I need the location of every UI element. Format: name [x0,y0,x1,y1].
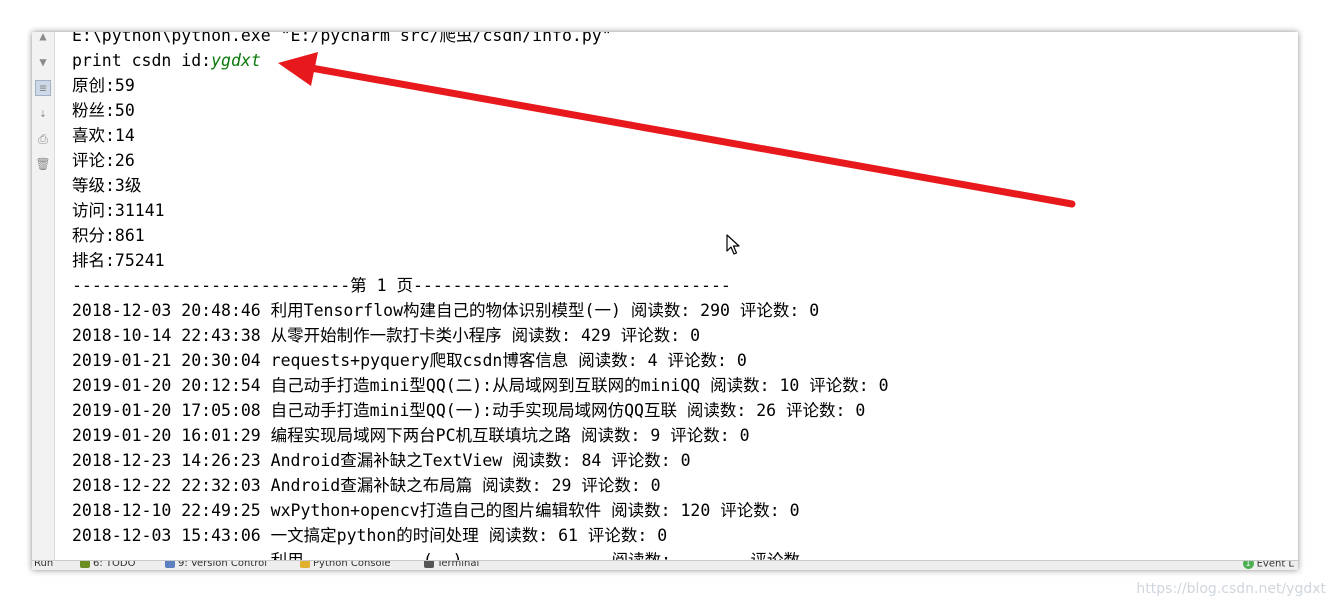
stat-points: 积分:861 [72,226,145,245]
mouse-pointer-icon [726,234,740,255]
stat-rank: 排名:75241 [72,251,165,270]
tab-run[interactable]: Run [34,560,54,569]
csdn-id-prefix: print csdn id: [72,51,212,70]
stat-level: 等级:3级 [72,176,142,195]
event-log-label: Event L [1256,560,1294,570]
tab-version-control[interactable]: 9: Version Control [165,560,268,569]
todo-icon [80,561,90,568]
todo-tab-label: 6: TODO [93,560,136,569]
page-separator: ----------------------------第 1 页-------… [72,276,731,295]
article-row: 2019-01-20 16:01:29 编程实现局域网下两台PC机互联填坑之路 … [72,426,750,445]
article-row: 2019-01-20 17:05:08 自己动手打造mini型QQ(一):动手实… [72,401,866,420]
up-arrow-icon[interactable]: ▲ [35,32,51,44]
stat-comments: 评论:26 [72,151,135,170]
version-control-icon [165,561,175,568]
down-arrow-icon[interactable]: ▼ [35,54,51,70]
watermark: https://blog.csdn.net/ygdxt [1136,581,1326,597]
article-row: 2018-12-22 22:32:03 Android查漏补缺之布局篇 阅读数:… [72,476,661,495]
console-output[interactable]: E:\python\python.exe "E:/pycharm src/爬虫/… [72,32,1298,570]
article-row: 2019-01-20 20:12:54 自己动手打造mini型QQ(二):从局域… [72,376,889,395]
console-line-command: E:\python\python.exe "E:/pycharm src/爬虫/… [72,32,612,45]
console-window: ▲ ▼ ≡ ⇣ ⎙ 🗑 E:\python\python.exe "E:/pyc… [32,32,1298,570]
stat-fans: 粉丝:50 [72,101,135,120]
article-row: 2018-10-14 22:43:38 从零开始制作一款打卡类小程序 阅读数: … [72,326,701,345]
terminal-icon [424,561,434,568]
stat-visits: 访问:31141 [72,201,165,220]
stat-likes: 喜欢:14 [72,126,135,145]
tool-window-bar: Run 6: TODO 9: Version Control Python Co… [32,560,1298,570]
tab-python-console[interactable]: Python Console [300,560,391,569]
version-control-tab-label: 9: Version Control [178,560,268,569]
article-row: 2018-12-03 15:43:06 一文搞定python的时间处理 阅读数:… [72,526,668,545]
article-row: 2018-12-03 20:48:46 利用Tensorflow构建自己的物体识… [72,301,820,320]
python-console-tab-label: Python Console [313,560,391,569]
terminal-tab-label: Terminal [437,560,480,569]
csdn-id-value: ygdxt [211,51,261,70]
event-count-badge: 1 [1242,561,1254,569]
article-row: 2019-01-21 20:30:04 requests+pyquery爬取cs… [72,351,747,370]
run-tab-label: Run [34,560,54,569]
console-toolbar: ▲ ▼ ≡ ⇣ ⎙ 🗑 [32,32,55,562]
tab-todo[interactable]: 6: TODO [80,560,136,569]
article-row: 2018-12-23 14:26:23 Android查漏补缺之TextView… [72,451,691,470]
print-icon[interactable]: ⎙ [35,131,51,147]
tab-terminal[interactable]: Terminal [424,560,480,569]
article-row: 2018-12-10 22:49:25 wxPython+opencv打造自己的… [72,501,800,520]
soft-wrap-icon[interactable]: ≡ [35,80,51,96]
stat-original: 原创:59 [72,76,135,95]
scroll-to-end-icon[interactable]: ⇣ [35,105,51,121]
event-log-tab[interactable]: 1 Event L [1242,560,1294,570]
python-console-icon [300,561,310,568]
trash-icon[interactable]: 🗑 [35,156,51,172]
console-line-csdn-id: print csdn id:ygdxt [72,48,1298,73]
